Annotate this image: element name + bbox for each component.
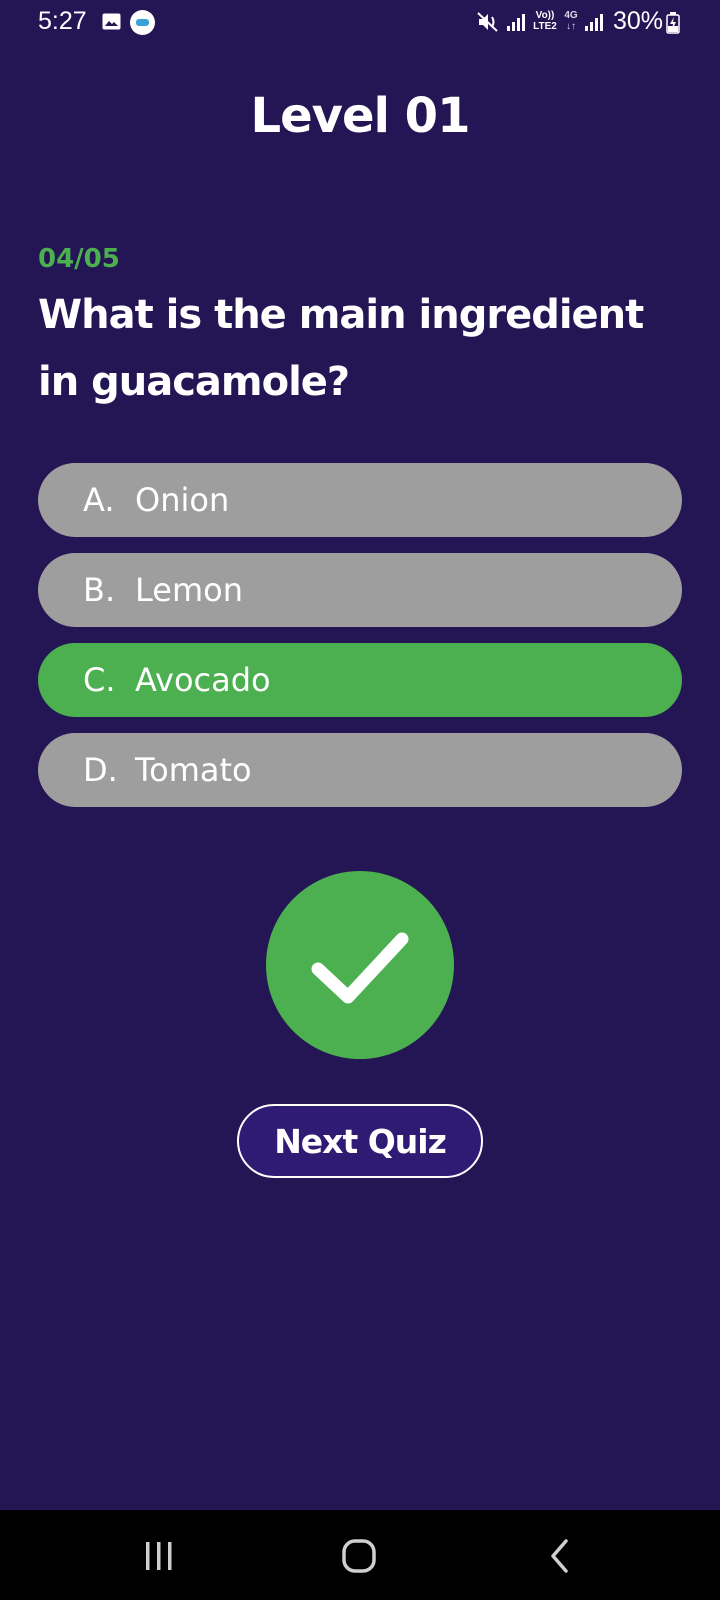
question-progress: 04/05 [38,244,120,274]
status-bar: 5:27 Vo)) LTE2 4G ↓↑ 30% [0,0,720,46]
option-text: Lemon [135,571,243,609]
correct-result-badge [266,871,454,1059]
battery-percentage: 30% [613,7,664,35]
battery-charging-icon [666,12,680,34]
gallery-icon [102,13,121,30]
option-text: Tomato [135,751,252,789]
option-letter: D. [83,751,118,789]
option-a[interactable]: A. Onion [38,463,682,537]
option-text: Onion [135,481,230,519]
option-c[interactable]: C. Avocado [38,643,682,717]
back-icon[interactable] [548,1538,572,1574]
app-notification-icon [130,10,155,35]
option-letter: B. [83,571,116,609]
question-text: What is the main ingredient in guacamole… [38,292,644,405]
mute-icon [476,11,500,33]
volte-icon: Vo)) LTE2 [533,10,557,32]
signal-icon [506,12,528,32]
next-quiz-button[interactable]: Next Quiz [237,1104,483,1178]
home-icon[interactable] [341,1538,377,1574]
status-time: 5:27 [38,7,87,35]
option-d[interactable]: D. Tomato [38,733,682,807]
page-title: Level 01 [250,88,471,144]
4g-icon: 4G ↓↑ [564,10,578,32]
option-text: Avocado [135,661,271,699]
answer-options: A. Onion B. Lemon C. Avocado D. Tomato [38,463,682,823]
signal-icon [584,12,606,32]
checkmark-icon [311,932,409,1004]
option-letter: C. [83,661,116,699]
option-b[interactable]: B. Lemon [38,553,682,627]
recents-icon[interactable] [142,1540,176,1572]
navigation-bar [0,1510,720,1600]
option-letter: A. [83,481,115,519]
